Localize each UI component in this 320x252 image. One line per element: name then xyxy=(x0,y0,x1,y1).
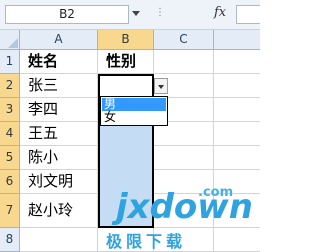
active-cell-b2[interactable] xyxy=(100,76,152,98)
row-header-6[interactable]: 6 xyxy=(0,170,20,194)
cell-d4[interactable] xyxy=(214,122,260,146)
row-header-8[interactable]: 8 xyxy=(0,228,20,252)
cell-d3[interactable] xyxy=(214,98,260,122)
cell-b1[interactable]: 性别 xyxy=(98,50,154,74)
dropdown-option-female[interactable]: 女 xyxy=(102,111,166,124)
cell-a1[interactable]: 姓名 xyxy=(20,50,98,74)
cell-d1[interactable] xyxy=(214,50,260,74)
row-header-3[interactable]: 3 xyxy=(0,98,20,122)
row-header-2[interactable]: 2 xyxy=(0,74,20,98)
row-header-1[interactable]: 1 xyxy=(0,50,20,74)
column-header-a[interactable]: A xyxy=(20,30,98,50)
cell-a4[interactable]: 王五 xyxy=(20,122,98,146)
select-all-icon xyxy=(8,38,18,48)
validation-dropdown-button[interactable] xyxy=(154,78,168,94)
cell-a2[interactable]: 张三 xyxy=(20,74,98,98)
chevron-down-icon xyxy=(158,85,164,89)
name-box-dropdown-icon[interactable] xyxy=(132,11,140,16)
cell-a8[interactable] xyxy=(20,228,98,252)
formula-bar: B2 ⋮ fx xyxy=(0,0,260,30)
cell-c1[interactable] xyxy=(154,50,214,74)
watermark-chinese-text: 极限下载 xyxy=(106,232,187,251)
cell-a6[interactable]: 刘文明 xyxy=(20,170,98,194)
cell-a5[interactable]: 陈小 xyxy=(20,146,98,170)
validation-dropdown-list: 男 女 xyxy=(100,96,168,126)
formula-input[interactable] xyxy=(236,5,260,24)
cell-d2[interactable] xyxy=(214,74,260,98)
column-header-b[interactable]: B xyxy=(98,30,154,50)
column-header-d[interactable] xyxy=(214,30,260,50)
cell-c5[interactable] xyxy=(154,146,214,170)
row-header-5[interactable]: 5 xyxy=(0,146,20,170)
cell-a3[interactable]: 李四 xyxy=(20,98,98,122)
column-header-c[interactable]: C xyxy=(154,30,214,50)
cell-d5[interactable] xyxy=(214,146,260,170)
row-header-7[interactable]: 7 xyxy=(0,194,20,228)
insert-function-button[interactable]: fx xyxy=(214,5,226,20)
formula-bar-grip-icon: ⋮ xyxy=(155,7,165,18)
name-box[interactable]: B2 xyxy=(5,5,129,24)
cell-a7[interactable]: 赵小玲 xyxy=(20,194,98,228)
watermark-domain-text: .com xyxy=(198,185,234,200)
row-header-4[interactable]: 4 xyxy=(0,122,20,146)
